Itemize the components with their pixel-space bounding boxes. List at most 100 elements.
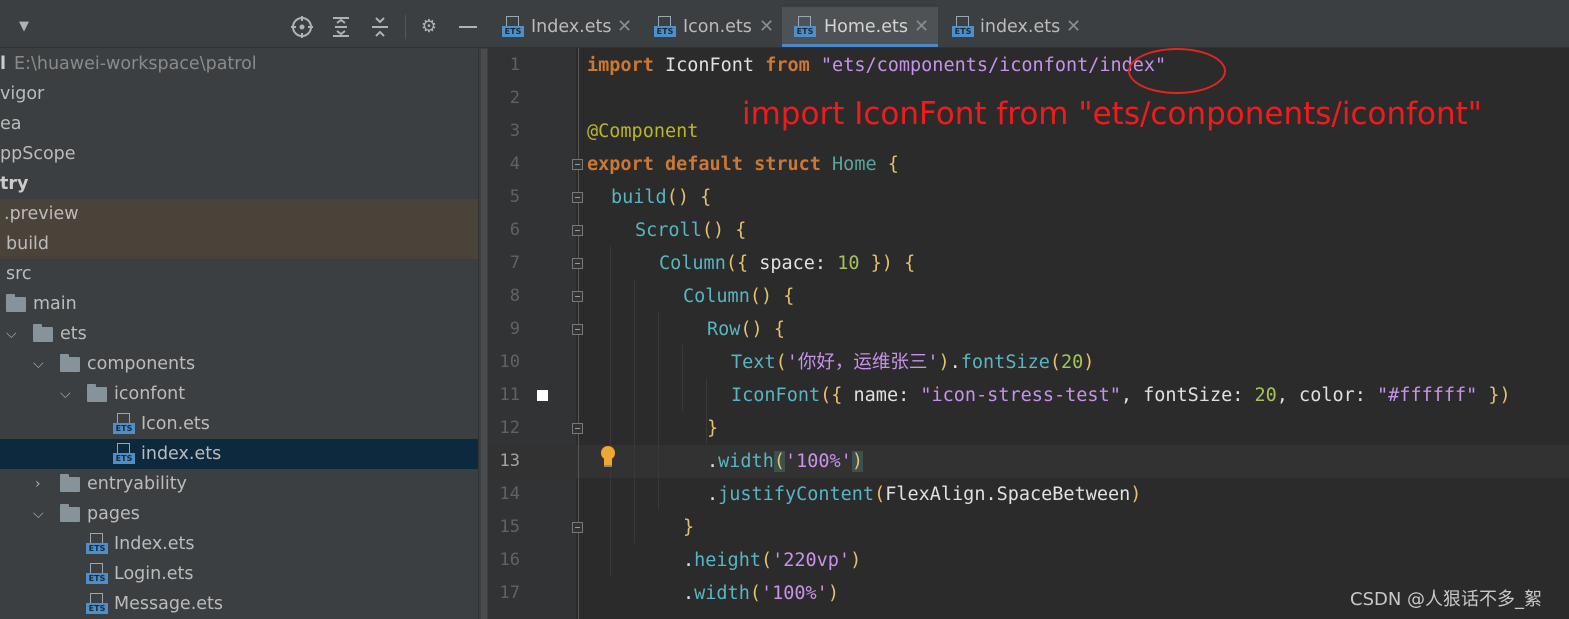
- tree-item-pages-index[interactable]: ETS Index.ets: [0, 529, 478, 559]
- indent-guide: [610, 246, 611, 576]
- tree-item-build[interactable]: build: [0, 229, 478, 259]
- tree-item-ets[interactable]: ⌵ ets: [0, 319, 478, 349]
- ets-file-icon: ETS: [86, 593, 108, 615]
- tree-item-label: Login.ets: [114, 564, 194, 584]
- tree-item-label: components: [87, 354, 196, 374]
- code-line-7: Column({ space: 10 }) {: [659, 253, 916, 274]
- tree-item-label: pages: [87, 504, 140, 524]
- fold-icon[interactable]: [572, 423, 583, 434]
- chevron-down-icon[interactable]: ⌵: [33, 349, 44, 379]
- line-number: 9: [509, 319, 520, 339]
- ets-file-icon: ETS: [113, 413, 135, 435]
- tree-item-label: ea: [0, 114, 22, 134]
- close-icon[interactable]: ✕: [759, 7, 774, 47]
- minus-icon[interactable]: [456, 15, 480, 39]
- close-icon[interactable]: ✕: [914, 7, 929, 47]
- code-line-3: @Component: [587, 121, 699, 142]
- tree-item-index-ets-selected[interactable]: ETS index.ets: [0, 439, 478, 469]
- tree-item-entry[interactable]: try: [0, 169, 478, 199]
- ets-file-icon: ETS: [113, 443, 135, 465]
- code-line-13: .width('100%'): [707, 451, 863, 472]
- indent-guide: [634, 279, 635, 543]
- indent-guide: [682, 345, 683, 411]
- code-line-4: export default struct Home {: [587, 154, 899, 175]
- tab-index-ets[interactable]: ETS Index.ets ✕: [488, 7, 636, 47]
- line-number: 17: [499, 583, 520, 603]
- tree-item-entryability[interactable]: › entryability: [0, 469, 478, 499]
- tree-item-appscope[interactable]: ppScope: [0, 139, 478, 169]
- code-line-8: Column() {: [683, 286, 795, 307]
- chevron-right-icon[interactable]: ›: [35, 469, 41, 499]
- red-ellipse-annotation: [1128, 48, 1226, 94]
- tab-home-ets-active[interactable]: ETS Home.ets ✕: [782, 7, 938, 47]
- tree-item-label: vigor: [0, 84, 45, 104]
- tree-item-components[interactable]: ⌵ components: [0, 349, 478, 379]
- line-number: 5: [509, 187, 520, 207]
- tree-item-hvigor[interactable]: vigor: [0, 79, 478, 109]
- gear-icon[interactable]: ⚙: [417, 15, 441, 39]
- csdn-watermark: CSDN @人狠话不多_絮: [1350, 589, 1543, 610]
- folder-icon: [60, 504, 80, 522]
- close-icon[interactable]: ✕: [617, 7, 632, 47]
- crosshair-icon[interactable]: [290, 15, 314, 39]
- line-number: 8: [509, 286, 520, 306]
- fold-icon[interactable]: [572, 159, 583, 170]
- current-line-highlight: [488, 445, 1569, 478]
- tree-item-label: .preview: [4, 204, 79, 224]
- ets-file-icon: ETS: [794, 16, 816, 38]
- fold-icon[interactable]: [572, 291, 583, 302]
- tree-item-project-root[interactable]: l E:\huawei-workspace\patrol: [0, 49, 478, 79]
- ets-file-icon: ETS: [952, 16, 974, 38]
- ide-window: ▼ ⚙ l E:\huawei-workspace\patrol vigor e…: [0, 0, 1569, 619]
- tab-icon-ets[interactable]: ETS Icon.ets ✕: [640, 7, 780, 47]
- chevron-down-icon[interactable]: ⌵: [60, 379, 71, 409]
- tree-item-preview[interactable]: .preview: [0, 199, 478, 229]
- fold-icon[interactable]: [572, 192, 583, 203]
- fold-icon[interactable]: [572, 324, 583, 335]
- fold-icon[interactable]: [572, 225, 583, 236]
- chevron-down-icon[interactable]: ⌵: [33, 499, 44, 529]
- bookmark-icon[interactable]: [537, 390, 548, 401]
- code-line-15: }: [683, 517, 695, 538]
- tree-item-label: try: [0, 174, 29, 194]
- tree-item-icon-ets[interactable]: ETS Icon.ets: [0, 409, 478, 439]
- fold-icon[interactable]: [572, 258, 583, 269]
- line-number: 7: [509, 253, 520, 273]
- tab-label: index.ets: [980, 17, 1061, 37]
- tree-item-label: Index.ets: [114, 534, 195, 554]
- line-number: 11: [499, 385, 520, 405]
- tree-item-label: src: [6, 264, 32, 284]
- code-line-14: .justifyContent(FlexAlign.SpaceBetween): [707, 484, 1142, 505]
- tree-item-idea[interactable]: ea: [0, 109, 478, 139]
- line-number: 14: [499, 484, 520, 504]
- tree-item-pages[interactable]: ⌵ pages: [0, 499, 478, 529]
- tree-item-prefix: l: [0, 54, 6, 74]
- tree-item-src[interactable]: src: [0, 259, 478, 289]
- code-editor[interactable]: 1 2 3 4 5 6 7 8 9 10 11 12 13 14 15 16 1…: [488, 48, 1569, 619]
- project-toolbar: ▼ ⚙: [0, 7, 488, 48]
- chevron-down-icon[interactable]: ▼: [12, 15, 36, 39]
- folder-icon: [33, 324, 53, 342]
- line-number: 6: [509, 220, 520, 240]
- code-line-6: Scroll() {: [635, 220, 747, 241]
- tree-item-message[interactable]: ETS Message.ets: [0, 589, 478, 619]
- indent-guide: [658, 312, 659, 510]
- tree-item-iconfont[interactable]: ⌵ iconfont: [0, 379, 478, 409]
- line-number: 10: [499, 352, 520, 372]
- expand-all-icon[interactable]: [329, 15, 353, 39]
- ets-file-icon: ETS: [86, 533, 108, 555]
- collapse-all-icon[interactable]: [368, 15, 392, 39]
- tree-item-main[interactable]: main: [0, 289, 478, 319]
- tab-index-ets-2[interactable]: ETS index.ets ✕: [940, 7, 1090, 47]
- code-line-5: build() {: [611, 187, 712, 208]
- chevron-down-icon[interactable]: ⌵: [6, 319, 17, 349]
- close-icon[interactable]: ✕: [1066, 7, 1081, 47]
- red-annotation-note: import IconFont from "ets/conponents/ico…: [742, 96, 1483, 132]
- fold-icon[interactable]: [572, 522, 583, 533]
- scrollbar-thumb[interactable]: [481, 49, 487, 619]
- folder-icon: [60, 474, 80, 492]
- lightbulb-icon[interactable]: [600, 446, 616, 468]
- line-number: 2: [509, 88, 520, 108]
- tree-item-login[interactable]: ETS Login.ets: [0, 559, 478, 589]
- project-tree: l E:\huawei-workspace\patrol vigor ea pp…: [0, 49, 478, 619]
